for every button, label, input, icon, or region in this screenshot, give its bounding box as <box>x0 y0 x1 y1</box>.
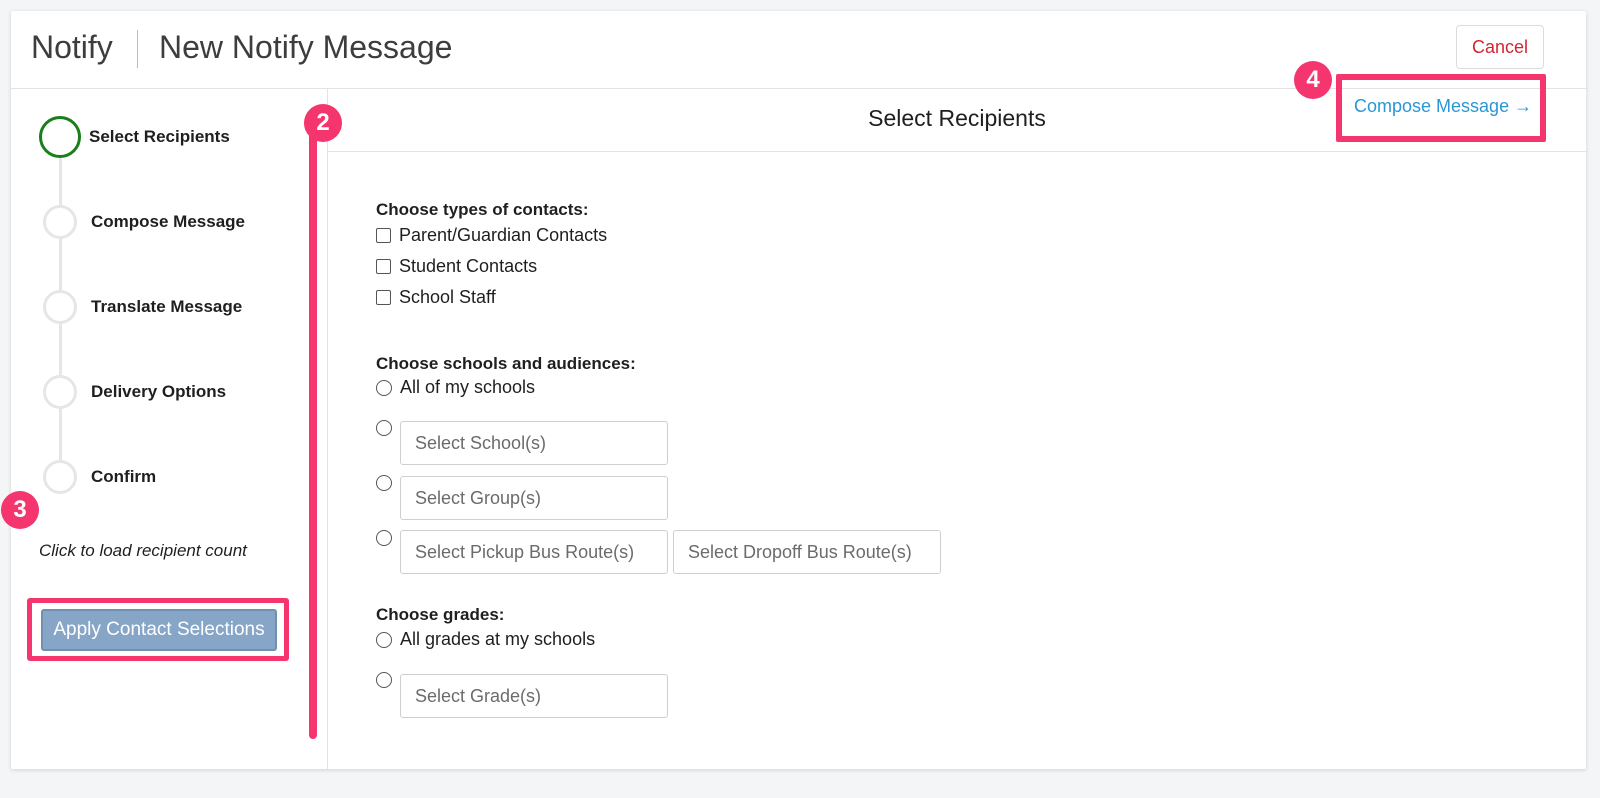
step-delivery-options[interactable]: Delivery Options <box>43 371 226 413</box>
step-circle-icon <box>43 375 77 409</box>
page-title: New Notify Message <box>159 29 453 65</box>
radio-button[interactable] <box>376 379 392 396</box>
schools-option-all[interactable]: All of my schools <box>376 377 535 398</box>
steps-sidebar: Select Recipients Compose Message Transl… <box>11 89 328 769</box>
select-dropoff-bus-route-dropdown[interactable]: Select Dropoff Bus Route(s) <box>673 530 941 574</box>
radio-button[interactable] <box>376 631 392 648</box>
option-label: All of my schools <box>400 377 536 397</box>
app-name: Notify <box>31 29 113 65</box>
step-circle-icon <box>43 290 77 324</box>
select-schools-dropdown[interactable]: Select School(s) <box>400 421 668 465</box>
schools-group-label: Choose schools and audiences: <box>376 354 636 373</box>
step-compose-message[interactable]: Compose Message <box>43 201 245 243</box>
contacts-group-label: Choose types of contacts: <box>376 200 589 219</box>
radio-button-grades[interactable] <box>376 672 392 688</box>
step-label: Compose Message <box>91 212 245 231</box>
step-circle-icon <box>43 205 77 239</box>
step-label: Confirm <box>91 467 157 486</box>
grades-option-all[interactable]: All grades at my schools <box>376 629 595 650</box>
contact-option-school-staff[interactable]: School Staff <box>376 287 496 308</box>
step-active-circle-icon <box>39 116 81 158</box>
grades-group-label: Choose grades: <box>376 605 505 624</box>
select-groups-dropdown[interactable]: Select Group(s) <box>400 476 668 520</box>
option-label: All grades at my schools <box>400 629 596 649</box>
annotation-badge-3: 3 <box>1 491 39 529</box>
recipient-count-hint: Click to load recipient count <box>39 541 247 560</box>
cancel-button[interactable]: Cancel <box>1456 25 1544 69</box>
radio-button-schools[interactable] <box>376 420 392 436</box>
step-label: Delivery Options <box>91 382 227 401</box>
select-pickup-bus-route-dropdown[interactable]: Select Pickup Bus Route(s) <box>400 530 668 574</box>
contact-option-parent-guardian[interactable]: Parent/Guardian Contacts <box>376 225 607 246</box>
contact-option-student[interactable]: Student Contacts <box>376 256 537 277</box>
compose-message-next-link[interactable]: Compose Message → <box>1354 96 1532 117</box>
step-confirm[interactable]: Confirm <box>43 456 156 498</box>
checkbox[interactable] <box>376 290 391 305</box>
radio-button-bus-routes[interactable] <box>376 530 392 546</box>
select-grades-dropdown[interactable]: Select Grade(s) <box>400 674 668 718</box>
step-label: Translate Message <box>91 297 243 316</box>
radio-button-groups[interactable] <box>376 475 392 491</box>
step-select-recipients[interactable]: Select Recipients <box>39 116 230 158</box>
annotation-badge-4: 4 <box>1294 61 1332 99</box>
annotation-bar-2 <box>309 129 317 739</box>
step-circle-icon <box>43 460 77 494</box>
option-label: Student Contacts <box>399 256 538 276</box>
step-translate-message[interactable]: Translate Message <box>43 286 242 328</box>
checkbox[interactable] <box>376 259 391 274</box>
main-panel: Select Recipients Choose types of contac… <box>328 89 1586 769</box>
option-label: School Staff <box>399 287 496 307</box>
checkbox[interactable] <box>376 228 391 243</box>
step-label: Select Recipients <box>89 127 230 146</box>
annotation-badge-2: 2 <box>304 104 342 142</box>
apply-contact-selections-button[interactable]: Apply Contact Selections <box>41 609 277 651</box>
title-divider <box>137 30 138 68</box>
option-label: Parent/Guardian Contacts <box>399 225 608 245</box>
